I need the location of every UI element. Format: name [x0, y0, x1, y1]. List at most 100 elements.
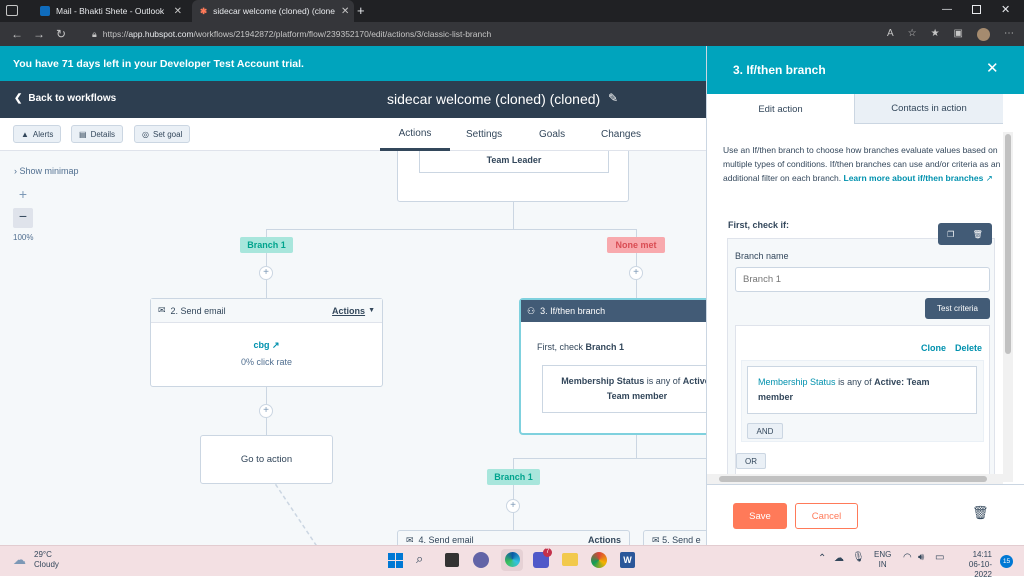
delete-link[interactable]: Delete	[955, 343, 982, 353]
vertical-scrollbar[interactable]	[1003, 132, 1013, 482]
tab-settings[interactable]: Settings	[466, 118, 502, 151]
contact-owner-card[interactable]: Team Leader	[397, 151, 629, 202]
workflow-canvas[interactable]: › Show minimap + − 100% Team Leader Bran…	[0, 151, 706, 545]
email-link[interactable]: cbg ↗	[151, 340, 382, 351]
actions-dropdown[interactable]: Actions	[332, 306, 365, 316]
new-tab-icon[interactable]: +	[357, 3, 365, 18]
add-action-plus-icon[interactable]: +	[506, 499, 520, 513]
search-icon[interactable]: ⌕	[416, 551, 423, 567]
chevron-up-icon[interactable]: ⌃	[818, 553, 826, 564]
zoom-out-button[interactable]: −	[13, 208, 33, 228]
weather-widget[interactable]: 29°C Cloudy	[34, 550, 59, 570]
details-button[interactable]: ▤ Details	[71, 125, 124, 143]
panel-description: Use an If/then branch to choose how bran…	[723, 145, 1001, 183]
copy-icon[interactable]: ❐	[947, 230, 954, 239]
collections-icon[interactable]: ▣	[954, 28, 963, 41]
warning-icon: ▲	[21, 129, 29, 139]
go-to-action-card[interactable]: Go to action	[200, 435, 333, 484]
tab-changes[interactable]: Changes	[601, 118, 641, 151]
branch-name-input[interactable]	[735, 267, 990, 292]
none-met-label[interactable]: None met	[607, 237, 665, 253]
favorites-icon[interactable]: ★	[931, 28, 940, 41]
favorite-add-icon[interactable]: ☆	[908, 28, 917, 41]
add-action-plus-icon[interactable]: +	[259, 404, 273, 418]
language-indicator[interactable]: ENG IN	[874, 550, 891, 570]
close-window-icon[interactable]: ✕	[1001, 3, 1010, 16]
close-tab-icon[interactable]: ✕	[168, 6, 182, 17]
workflow-title[interactable]: sidecar welcome (cloned) (cloned)	[387, 91, 600, 107]
tab-actions-icon[interactable]	[6, 5, 18, 16]
save-button[interactable]: Save	[733, 503, 787, 529]
set-goal-button[interactable]: ◎ Set goal	[134, 125, 191, 143]
panel-title: 3. If/then branch	[733, 63, 826, 77]
windows-start-icon[interactable]	[388, 553, 403, 568]
tab-edit-action[interactable]: Edit action	[707, 94, 855, 124]
forward-arrow-icon[interactable]: →	[28, 27, 50, 41]
ifthen-branch-card[interactable]: ⚇ 3. If/then branch First, check Branch …	[519, 298, 706, 435]
wifi-icon[interactable]: ◠	[903, 552, 912, 563]
alerts-button[interactable]: ▲ Alerts	[13, 125, 62, 143]
branch1-lower-label[interactable]: Branch 1	[487, 469, 540, 485]
envelope-icon: ✉	[652, 535, 660, 545]
profile-avatar[interactable]	[977, 27, 990, 41]
scroll-thumb[interactable]	[719, 476, 987, 482]
notification-badge[interactable]: 15	[1000, 555, 1013, 568]
back-to-workflows-link[interactable]: ❮ Back to workflows	[14, 93, 116, 104]
panel-header: 3. If/then branch ✕	[707, 46, 1024, 94]
pencil-edit-icon[interactable]: ✎	[608, 91, 618, 105]
envelope-icon: ✉	[406, 535, 414, 545]
send-email-4-card[interactable]: ✉ 4. Send email Actions	[397, 530, 630, 545]
reload-icon[interactable]: ↻	[50, 27, 72, 41]
battery-icon[interactable]: ▭	[935, 552, 944, 563]
edge-icon[interactable]	[505, 552, 520, 567]
tab-contacts-in-action[interactable]: Contacts in action	[855, 94, 1003, 124]
word-icon[interactable]: W	[620, 552, 635, 568]
learn-more-link[interactable]: Learn more about if/then branches	[844, 173, 984, 183]
ifthen-card-header: ⚇ 3. If/then branch	[521, 300, 706, 322]
external-link-icon: ↗	[985, 173, 993, 183]
back-arrow-icon[interactable]: ←	[6, 27, 28, 41]
close-panel-icon[interactable]: ✕	[986, 59, 999, 77]
criteria-filter[interactable]: Membership Status is any of Active: Team…	[747, 366, 977, 414]
speaker-icon[interactable]: 🔊︎	[918, 552, 924, 563]
horizontal-scrollbar[interactable]	[707, 474, 1003, 484]
clone-link[interactable]: Clone	[921, 343, 946, 353]
address-bar-row: ← → ↻ 🔒︎ https://app.hubspot.com/workflo…	[0, 22, 1024, 46]
or-button[interactable]: OR	[736, 453, 766, 469]
url-field[interactable]: https://app.hubspot.com/workflows/219428…	[103, 29, 491, 39]
details-icon: ▤	[79, 129, 87, 139]
branch1-label[interactable]: Branch 1	[240, 237, 293, 253]
zoom-in-button[interactable]: +	[13, 186, 33, 206]
mic-muted-icon[interactable]: 🎙︎	[852, 552, 865, 563]
task-view-icon[interactable]	[445, 553, 459, 567]
file-explorer-icon[interactable]	[562, 553, 578, 566]
show-minimap-toggle[interactable]: › Show minimap	[14, 166, 79, 176]
test-criteria-button[interactable]: Test criteria	[925, 298, 990, 319]
delete-action-trash-icon[interactable]: 🗑︎	[972, 505, 989, 521]
send-email-5-card[interactable]: ✉ 5. Send e	[643, 530, 706, 545]
action-side-panel: 3. If/then branch ✕ Edit action Contacts…	[706, 46, 1024, 545]
browser-tab-hubspot[interactable]: ✱ sidecar welcome (cloned) (clone ✕	[192, 0, 354, 22]
send-email-action-card[interactable]: ✉ 2. Send email Actions ▼ cbg ↗ 0% click…	[150, 298, 383, 387]
cancel-button[interactable]: Cancel	[795, 503, 858, 529]
chrome-icon[interactable]	[591, 552, 607, 568]
chevron-left-icon: ❮	[14, 93, 23, 104]
close-tab-icon[interactable]: ✕	[335, 6, 349, 17]
and-button[interactable]: AND	[747, 423, 783, 439]
tab-goals[interactable]: Goals	[539, 118, 565, 151]
actions-dropdown[interactable]: Actions	[588, 535, 621, 545]
connector-line	[513, 202, 514, 229]
add-action-plus-icon[interactable]: +	[629, 266, 643, 280]
scroll-thumb[interactable]	[1005, 134, 1011, 354]
cloud-sync-icon[interactable]: ☁	[834, 553, 844, 564]
restore-icon[interactable]	[972, 5, 981, 14]
read-aloud-icon[interactable]: A	[887, 28, 894, 41]
minimize-icon[interactable]: —	[942, 4, 952, 15]
tab-actions[interactable]: Actions	[380, 118, 450, 151]
more-menu-icon[interactable]: ⋯	[1004, 28, 1014, 41]
browser-tab-outlook[interactable]: Mail - Bhakti Shete - Outlook ✕	[32, 0, 190, 22]
trash-icon[interactable]: 🗑︎	[973, 230, 983, 239]
workflow-header: ❮ Back to workflows sidecar welcome (clo…	[0, 81, 706, 118]
add-action-plus-icon[interactable]: +	[259, 266, 273, 280]
chat-icon[interactable]	[473, 552, 489, 568]
